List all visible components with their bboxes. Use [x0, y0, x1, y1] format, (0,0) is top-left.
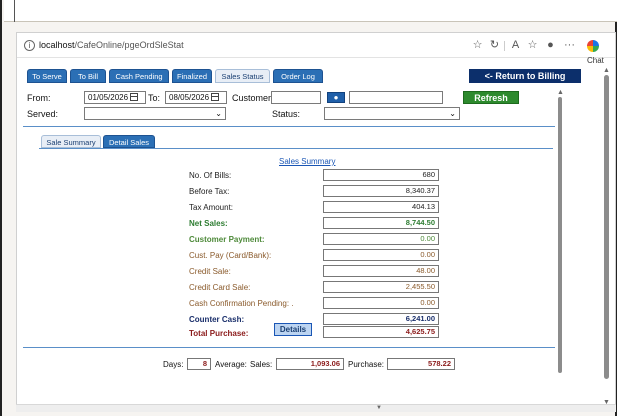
from-label: From: — [27, 93, 51, 103]
status-label: Status: — [272, 109, 301, 119]
to-date-input[interactable]: 08/05/2026 — [165, 91, 227, 104]
value-counter-cash: 6,241.00 — [323, 313, 439, 325]
address-bar[interactable]: i localhost/CafeOnline/pgeOrdSleStat ☆ ↻… — [17, 33, 615, 65]
copilot-icon — [587, 39, 599, 52]
from-date-input[interactable]: 01/05/2026 — [84, 91, 146, 104]
tab-to-serve[interactable]: To Serve — [27, 69, 67, 83]
refresh-button[interactable]: Refresh — [463, 91, 519, 104]
value-cust-pay-card-bank: 0.00 — [323, 249, 439, 261]
label-cash-confirmation-pending: Cash Confirmation Pending: . — [189, 299, 294, 308]
copilot-chat-button[interactable]: Chat — [587, 38, 615, 65]
days-label: Days: — [163, 360, 184, 369]
tab-sales-status[interactable]: Sales Status — [215, 69, 270, 83]
url-text[interactable]: localhost/CafeOnline/pgeOrdSleStat — [39, 40, 184, 50]
label-net-sales: Net Sales: — [189, 219, 228, 228]
sales-label: Sales: — [250, 360, 273, 369]
customer-label: Customer: — [232, 93, 274, 103]
label-customer-payment: Customer Payment: — [189, 235, 265, 244]
scroll-down-small-icon[interactable]: ▼ — [376, 405, 382, 411]
browser-window: i localhost/CafeOnline/pgeOrdSleStat ☆ ↻… — [16, 32, 616, 412]
value-credit-card-sale: 2,455.50 — [323, 281, 439, 293]
page-scrollbar[interactable]: ▲ ▼ — [602, 67, 610, 407]
average-purchase-value: 578.22 — [387, 358, 455, 370]
value-tax-amount: 404.13 — [323, 201, 439, 213]
summary-divider — [23, 347, 555, 348]
page-scroll-thumb[interactable] — [604, 75, 609, 379]
calendar-icon[interactable] — [211, 93, 220, 101]
calendar-icon[interactable] — [130, 93, 139, 101]
panel-scroll-thumb[interactable] — [558, 97, 562, 373]
value-net-sales: 8,744.50 — [323, 217, 439, 229]
info-icon[interactable]: i — [24, 40, 35, 51]
tab-sale-summary[interactable]: Sale Summary — [41, 135, 101, 148]
value-before-tax: 8,340.37 — [323, 185, 439, 197]
customer-name-input[interactable] — [349, 91, 443, 104]
url-path: /CafeOnline/pgeOrdSleStat — [74, 40, 184, 50]
url-host: localhost — [39, 40, 75, 50]
scroll-up-icon[interactable]: ▲ — [603, 67, 610, 74]
more-options-icon[interactable]: ··· — [563, 39, 576, 52]
label-cust-pay-card-bank: Cust. Pay (Card/Bank): — [189, 251, 272, 260]
return-to-billing-button[interactable]: <- Return to Billing — [469, 69, 581, 83]
details-button[interactable]: Details — [274, 323, 312, 336]
value-credit-sale: 48.00 — [323, 265, 439, 277]
average-sales-value: 1,093.06 — [276, 358, 344, 370]
customer-code-input[interactable] — [271, 91, 321, 104]
favorite-star-icon[interactable]: ☆ — [471, 39, 484, 52]
served-select[interactable]: ⌄ — [84, 107, 226, 120]
days-value: 8 — [187, 358, 211, 370]
search-icon: ● — [333, 93, 339, 102]
from-date-value: 01/05/2026 — [88, 93, 129, 102]
sales-summary-title[interactable]: Sales Summary — [279, 157, 335, 166]
served-label: Served: — [27, 109, 59, 119]
label-counter-cash: Counter Cash: — [189, 315, 245, 324]
main-tabs: To Serve To Bill Cash Pending Finalized … — [27, 69, 581, 83]
tab-cash-pending[interactable]: Cash Pending — [109, 69, 169, 83]
tab-to-bill[interactable]: To Bill — [70, 69, 106, 83]
label-before-tax: Before Tax: — [189, 187, 230, 196]
filter-divider — [23, 126, 555, 127]
label-total-purchase: Total Purchase: — [189, 329, 249, 338]
toolbar-divider — [504, 41, 505, 51]
label-credit-card-sale: Credit Card Sale: — [189, 283, 251, 292]
value-customer-payment: 0.00 — [323, 233, 439, 245]
tab-order-log[interactable]: Order Log — [273, 69, 323, 83]
read-aloud-icon[interactable]: A — [509, 39, 522, 52]
average-label: Average: — [215, 360, 247, 369]
chevron-down-icon: ⌄ — [449, 109, 456, 118]
panel-scroll-up-icon[interactable]: ▲ — [557, 89, 564, 96]
horizontal-scrollbar[interactable]: ▼ — [16, 404, 616, 412]
chevron-down-icon: ⌄ — [215, 109, 222, 118]
top-strip — [4, 0, 617, 22]
refresh-page-icon[interactable]: ↻ — [488, 39, 501, 52]
value-total-purchase: 4,625.75 — [323, 326, 439, 338]
value-no-of-bills: 680 — [323, 169, 439, 181]
subtab-divider — [39, 148, 553, 149]
label-no-of-bills: No. Of Bills: — [189, 171, 232, 180]
purchase-label: Purchase: — [348, 360, 385, 369]
chat-label: Chat — [587, 56, 604, 65]
label-tax-amount: Tax Amount: — [189, 203, 234, 212]
panel-scrollbar[interactable]: ▲ — [557, 89, 564, 379]
screen-frame: i localhost/CafeOnline/pgeOrdSleStat ☆ ↻… — [0, 0, 617, 416]
to-date-value: 08/05/2026 — [169, 93, 210, 102]
value-cash-confirmation-pending: 0.00 — [323, 297, 439, 309]
tab-finalized[interactable]: Finalized — [172, 69, 212, 83]
to-label: To: — [148, 93, 161, 103]
status-select[interactable]: ⌄ — [324, 107, 460, 120]
tab-detail-sales[interactable]: Detail Sales — [103, 135, 155, 148]
label-credit-sale: Credit Sale: — [189, 267, 231, 276]
profile-icon[interactable]: ● — [544, 39, 557, 52]
customer-search-button[interactable]: ● — [327, 92, 345, 103]
favorites-icon[interactable]: ☆ — [526, 39, 539, 52]
